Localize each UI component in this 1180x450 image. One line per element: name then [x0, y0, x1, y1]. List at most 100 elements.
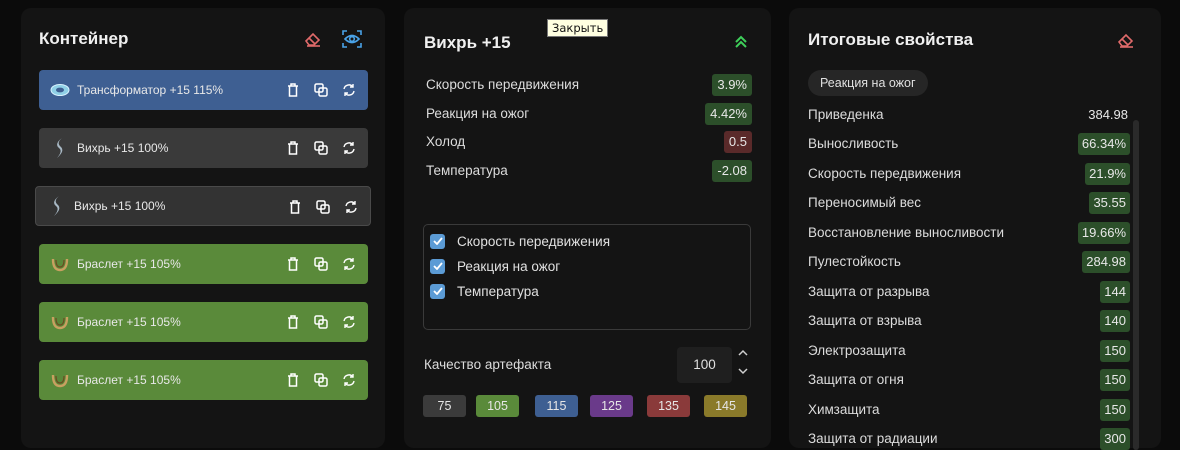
eraser-icon[interactable]: [1115, 29, 1137, 51]
checkbox-label: Температура: [457, 283, 539, 299]
quality-preset-button[interactable]: 145: [704, 395, 747, 417]
total-row: Пулестойкость 284.98: [808, 251, 1130, 273]
quality-preset-button[interactable]: 125: [590, 395, 633, 417]
stat-row: Температура -2.08: [426, 160, 752, 182]
total-value: 284.98: [1082, 251, 1130, 273]
item-level: +15: [169, 83, 190, 97]
item-quality: 100%: [137, 141, 169, 155]
delete-icon[interactable]: [284, 255, 302, 273]
totals-panel: Итоговые свойства Реакция на ожог Привед…: [789, 8, 1161, 450]
quality-preset-button[interactable]: 75: [423, 395, 466, 417]
total-row: Защита от разрыва 144: [808, 281, 1130, 303]
total-label: Приведенка: [808, 107, 884, 122]
decrement-icon[interactable]: [738, 366, 748, 378]
item-name: Трансформатор: [77, 83, 167, 97]
total-label: Электрозащита: [808, 343, 906, 358]
stat-value: 3.9%: [712, 74, 752, 96]
container-panel: Контейнер Трансформатор +15 115% Вихрь +…: [21, 8, 385, 448]
delete-icon[interactable]: [284, 81, 302, 99]
total-value: 140: [1100, 310, 1130, 332]
total-row: Защита от огня 150: [808, 369, 1130, 391]
copy-icon[interactable]: [312, 255, 330, 273]
refresh-icon[interactable]: [340, 313, 358, 331]
container-item[interactable]: Вихрь +15 100%: [39, 128, 368, 168]
container-item[interactable]: Трансформатор +15 115%: [39, 70, 368, 110]
container-item[interactable]: Браслет +15 105%: [39, 302, 368, 342]
container-item[interactable]: Вихрь +15 100%: [35, 186, 371, 226]
total-label: Защита от разрыва: [808, 284, 930, 299]
total-value: 150: [1100, 340, 1130, 362]
copy-icon[interactable]: [314, 198, 332, 216]
total-row: Восстановление выносливости 19.66%: [808, 222, 1130, 244]
total-value: 300: [1100, 428, 1130, 450]
total-label: Восстановление выносливости: [808, 225, 1005, 240]
delete-icon[interactable]: [284, 139, 302, 157]
stat-row: Реакция на ожог 4.42%: [426, 103, 752, 125]
container-item[interactable]: Браслет +15 105%: [39, 360, 368, 400]
quality-preset-button[interactable]: 135: [647, 395, 690, 417]
filter-tag[interactable]: Реакция на ожог: [808, 70, 928, 96]
total-value: 384.98: [1088, 107, 1128, 122]
item-name: Браслет: [77, 257, 123, 271]
quality-preset-button[interactable]: 105: [476, 395, 519, 417]
delete-icon[interactable]: [286, 198, 304, 216]
checkbox-label: Скорость передвижения: [457, 233, 611, 249]
stat-value: 0.5: [723, 131, 752, 153]
stat-row: Скорость передвижения 3.9%: [426, 74, 752, 96]
quality-input[interactable]: 100: [677, 347, 732, 383]
total-label: Пулестойкость: [808, 254, 901, 269]
quality-preset-button[interactable]: 115: [535, 395, 578, 417]
refresh-icon[interactable]: [340, 139, 358, 157]
refresh-icon[interactable]: [340, 81, 358, 99]
eraser-icon[interactable]: [302, 28, 324, 50]
copy-icon[interactable]: [312, 81, 330, 99]
stat-row: Холод 0.5: [426, 131, 752, 153]
copy-icon[interactable]: [312, 313, 330, 331]
collapse-chevrons-icon[interactable]: [730, 31, 752, 53]
bracelet-icon: [49, 311, 71, 333]
item-quality: 105%: [150, 257, 181, 271]
bracelet-icon: [49, 253, 71, 275]
total-row: Скорость передвижения 21.9%: [808, 163, 1130, 185]
total-value: 19.66%: [1077, 222, 1130, 244]
refresh-icon[interactable]: [340, 255, 358, 273]
stat-checkbox[interactable]: Температура: [430, 282, 539, 300]
copy-icon[interactable]: [312, 371, 330, 389]
item-name: Вихрь: [74, 199, 108, 213]
checkmark-icon[interactable]: [430, 283, 445, 299]
refresh-icon[interactable]: [342, 198, 360, 216]
total-row: Защита от взрыва 140: [808, 310, 1130, 332]
stat-checkbox[interactable]: Реакция на ожог: [430, 257, 560, 275]
stat-label: Холод: [426, 134, 466, 149]
stat-filter-list: Скорость передвижения Реакция на ожог Те…: [423, 224, 751, 330]
container-item[interactable]: Браслет +15 105%: [39, 244, 368, 284]
checkmark-icon[interactable]: [430, 233, 445, 249]
refresh-icon[interactable]: [340, 371, 358, 389]
checkmark-icon[interactable]: [430, 258, 445, 274]
vortex-icon: [49, 137, 71, 159]
item-level: +15: [126, 315, 147, 329]
item-quality: 105%: [150, 373, 181, 387]
vortex-icon: [46, 195, 68, 217]
total-label: Защита от радиации: [808, 431, 938, 446]
delete-icon[interactable]: [284, 313, 302, 331]
transformer-icon: [49, 79, 71, 101]
scrollbar[interactable]: [1133, 120, 1139, 450]
total-label: Химзащита: [808, 402, 880, 417]
delete-icon[interactable]: [284, 371, 302, 389]
total-row: Переносимый вес 35.55: [808, 192, 1130, 214]
eye-icon[interactable]: [341, 28, 363, 50]
total-label: Защита от огня: [808, 372, 904, 387]
item-quality: 100%: [134, 199, 166, 213]
checkbox-label: Реакция на ожог: [457, 258, 561, 274]
total-row: Приведенка 384.98: [808, 104, 1130, 126]
increment-icon[interactable]: [738, 348, 748, 360]
item-name: Вихрь: [77, 141, 111, 155]
totals-title: Итоговые свойства: [808, 30, 974, 49]
total-value: 150: [1100, 369, 1130, 391]
stat-checkbox[interactable]: Скорость передвижения: [430, 232, 610, 250]
total-value: 21.9%: [1085, 163, 1130, 185]
stat-value: 4.42%: [705, 103, 752, 125]
total-label: Защита от взрыва: [808, 313, 922, 328]
copy-icon[interactable]: [312, 139, 330, 157]
